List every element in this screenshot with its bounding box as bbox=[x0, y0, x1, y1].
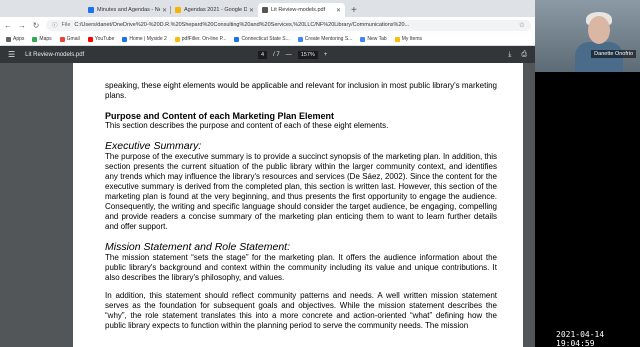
bookmark-item[interactable]: Apps bbox=[6, 36, 24, 42]
paragraph: speaking, these eight elements would be … bbox=[105, 81, 497, 100]
subsection-heading: Mission Statement and Role Statement: bbox=[105, 241, 291, 253]
bookmark-label: New Tab bbox=[367, 36, 387, 42]
star-icon[interactable]: ☆ bbox=[519, 21, 525, 29]
pdf-toolbar: ☰ Lit Review-models.pdf 4 / 7 — 157% + ⤓… bbox=[0, 46, 535, 63]
section-heading: Purpose and Content of each Marketing Pl… bbox=[105, 111, 335, 121]
file-scheme-label: File bbox=[61, 22, 71, 28]
bookmark-item[interactable]: Maps bbox=[32, 36, 52, 42]
browser-window: Minutes and Agendas - New Ye ✕ Agendas 2… bbox=[0, 0, 535, 347]
zoom-input[interactable]: 157% bbox=[297, 50, 318, 59]
info-icon: ⓘ bbox=[52, 23, 58, 29]
zoom-out-icon[interactable]: — bbox=[286, 52, 292, 58]
bookmark-item[interactable]: Gmail bbox=[59, 36, 80, 42]
drive-icon bbox=[175, 7, 181, 13]
close-icon[interactable]: ✕ bbox=[162, 7, 167, 14]
new-tab-button[interactable]: + bbox=[345, 3, 363, 17]
bookmark-label: Gmail bbox=[66, 36, 80, 42]
bookmark-item[interactable]: My Items bbox=[394, 36, 422, 42]
reload-icon[interactable]: ↻ bbox=[32, 21, 40, 30]
bookmark-item[interactable]: Connecticut State S... bbox=[234, 36, 290, 42]
bookmark-label: Create Mentoring S... bbox=[304, 36, 353, 42]
bookmark-icon bbox=[87, 36, 93, 42]
bookmark-label: Connecticut State S... bbox=[241, 36, 290, 42]
bookmark-icon bbox=[394, 36, 400, 42]
tab-title: Agendas 2021 - Google Drive bbox=[184, 7, 247, 13]
paragraph: This section describes the purpose and c… bbox=[105, 121, 389, 130]
bookmark-label: My Items bbox=[401, 36, 422, 42]
page-total: / 7 bbox=[273, 51, 280, 58]
pdf-page: speaking, these eight elements would be … bbox=[73, 63, 523, 347]
bookmark-label: Home | Myside 2 bbox=[129, 36, 167, 42]
bookmark-label: Maps bbox=[39, 36, 52, 42]
bookmark-label: pdfFiller. On-line P... bbox=[181, 36, 227, 42]
pdf-filename: Lit Review-models.pdf bbox=[25, 51, 85, 58]
tab-title: Minutes and Agendas - New Ye bbox=[97, 7, 160, 13]
paragraph: The mission statement “sets the stage” f… bbox=[105, 253, 497, 282]
bookmark-label: Apps bbox=[13, 36, 25, 42]
bookmark-icon bbox=[174, 36, 180, 42]
participant-name: Danette Onofrio bbox=[591, 50, 636, 58]
docs-icon bbox=[88, 7, 94, 13]
back-icon[interactable]: ← bbox=[4, 21, 12, 30]
bookmark-item[interactable]: Create Mentoring S... bbox=[297, 36, 353, 42]
bookmark-icon bbox=[122, 36, 128, 42]
bookmarks-bar: Apps Maps Gmail YouTube Home | Myside 2 pdfFi… bbox=[0, 33, 535, 46]
pdf-icon bbox=[262, 7, 268, 13]
tab-agendas-drive[interactable]: Agendas 2021 - Google Drive ✕ bbox=[171, 3, 258, 17]
bookmark-label: YouTube bbox=[94, 36, 115, 42]
tab-lit-review-pdf[interactable]: Lit Review-models.pdf ✕ bbox=[258, 3, 345, 17]
pdf-viewer[interactable]: speaking, these eight elements would be … bbox=[0, 63, 535, 347]
tab-title: Lit Review-models.pdf bbox=[271, 7, 326, 13]
bookmark-icon bbox=[360, 36, 366, 42]
webcam-feed: Danette Onofrio bbox=[535, 0, 640, 72]
bookmark-icon bbox=[297, 36, 303, 42]
bookmark-icon bbox=[59, 36, 65, 42]
tab-minutes-agendas[interactable]: Minutes and Agendas - New Ye ✕ bbox=[84, 3, 171, 17]
bookmark-item[interactable]: Home | Myside 2 bbox=[122, 36, 167, 42]
bookmark-icon bbox=[6, 36, 11, 42]
download-icon[interactable]: ⤓ bbox=[508, 51, 511, 59]
browser-toolbar: ← → ↻ ⓘ File C:/Users/danet/OneDrive%20-… bbox=[0, 17, 535, 33]
subsection-heading: Executive Summary: bbox=[105, 140, 202, 152]
bookmark-icon bbox=[234, 36, 240, 42]
close-icon[interactable]: ✕ bbox=[336, 7, 341, 14]
bookmark-item[interactable]: pdfFiller. On-line P... bbox=[174, 36, 227, 42]
tab-strip: Minutes and Agendas - New Ye ✕ Agendas 2… bbox=[0, 0, 535, 17]
person-head bbox=[588, 16, 610, 44]
bookmark-icon bbox=[32, 36, 38, 42]
page-number-input[interactable]: 4 bbox=[258, 50, 268, 59]
print-icon[interactable]: ⎙ bbox=[521, 51, 527, 59]
zoom-in-icon[interactable]: + bbox=[324, 52, 328, 58]
close-icon[interactable]: ✕ bbox=[249, 7, 254, 14]
url-text: C:/Users/danet/OneDrive%20-%20D.R.%20She… bbox=[74, 22, 410, 28]
address-bar[interactable]: ⓘ File C:/Users/danet/OneDrive%20-%20D.R… bbox=[46, 19, 531, 31]
forward-icon[interactable]: → bbox=[18, 21, 26, 30]
recording-timestamp: 2021-04-14 19:04:59 bbox=[556, 330, 605, 347]
pdf-page-controls: 4 / 7 — 157% + bbox=[258, 50, 328, 59]
bookmark-item[interactable]: YouTube bbox=[87, 36, 115, 42]
paragraph: In addition, this statement should refle… bbox=[105, 291, 497, 330]
bookmark-item[interactable]: New Tab bbox=[360, 36, 387, 42]
paragraph: The purpose of the executive summary is … bbox=[105, 152, 497, 231]
menu-icon[interactable]: ☰ bbox=[8, 50, 15, 59]
